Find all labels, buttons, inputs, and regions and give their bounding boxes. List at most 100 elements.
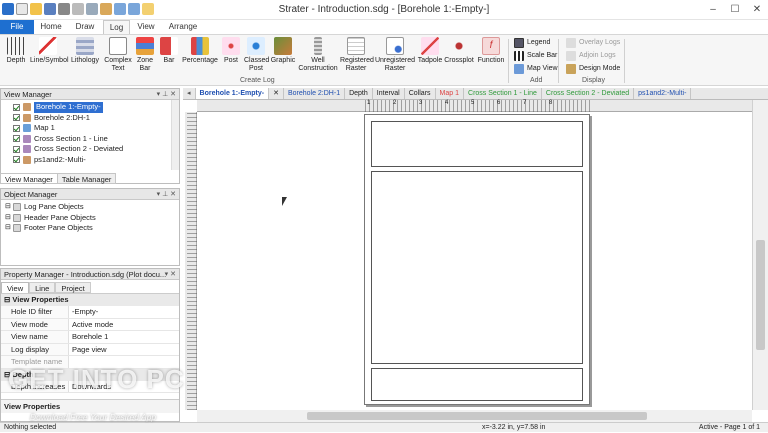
pin-icon[interactable]: ▾ ⊥ ✕ bbox=[157, 189, 176, 200]
percentage-log-button[interactable]: Percentage bbox=[182, 37, 218, 65]
property-row[interactable]: View mode Active mode bbox=[1, 318, 179, 331]
registered-raster-log-button[interactable]: Registered Raster bbox=[340, 37, 374, 73]
tab-view-props[interactable]: View bbox=[1, 282, 30, 293]
view-item[interactable]: Map 1 bbox=[1, 123, 179, 134]
function-log-label: Function bbox=[477, 57, 505, 64]
ruler-ticks bbox=[187, 112, 197, 410]
view-item[interactable]: Cross Section 2 - Deviated bbox=[1, 144, 179, 155]
display-group-label: Display bbox=[582, 77, 605, 84]
tab-draw[interactable]: Draw bbox=[70, 20, 100, 34]
legend-button[interactable]: Legend bbox=[514, 37, 550, 49]
scale-bar-button[interactable]: Scale Bar bbox=[514, 50, 557, 62]
tab-file[interactable]: File bbox=[0, 20, 34, 34]
maximize-icon[interactable]: ☐ bbox=[724, 0, 746, 20]
checkbox[interactable] bbox=[13, 103, 20, 111]
function-icon: f bbox=[482, 37, 500, 55]
view-manager-scrollbar[interactable] bbox=[171, 100, 179, 170]
checkbox[interactable] bbox=[13, 156, 20, 164]
doc-tab[interactable]: Depth bbox=[345, 88, 373, 99]
crossplot-log-button[interactable]: Crossplot bbox=[444, 37, 474, 65]
function-log-button[interactable]: f Function bbox=[476, 37, 506, 65]
status-bar: Nothing selected x=-3.22 in, y=7.58 in A… bbox=[0, 422, 768, 432]
post-log-button[interactable]: Post bbox=[220, 37, 242, 65]
doc-tab[interactable]: Cross Section 1 - Line bbox=[464, 88, 542, 99]
line-symbol-log-button[interactable]: Line/Symbol bbox=[30, 37, 69, 65]
unregistered-raster-log-button[interactable]: Unregistered Raster bbox=[374, 37, 416, 73]
tab-arrange[interactable]: Arrange bbox=[164, 20, 202, 34]
property-value[interactable]: Page view bbox=[69, 344, 107, 356]
expand-icon[interactable]: ⊟ bbox=[5, 223, 13, 234]
minimize-icon[interactable]: – bbox=[702, 0, 724, 20]
checkbox[interactable] bbox=[13, 135, 20, 143]
tab-table-manager[interactable]: Table Manager bbox=[56, 173, 117, 184]
depth-log-button[interactable]: Depth bbox=[4, 37, 28, 65]
doc-tab[interactable]: Interval bbox=[373, 88, 405, 99]
object-item[interactable]: ⊟ Footer Pane Objects bbox=[1, 223, 179, 234]
log-pane[interactable] bbox=[371, 171, 583, 364]
watermark-tagline: Download Free Your Desired App bbox=[30, 412, 157, 422]
zone-bar-log-button[interactable]: Zone Bar bbox=[134, 37, 156, 73]
overlay-logs-button[interactable]: Overlay Logs bbox=[566, 37, 620, 49]
classed-post-log-button[interactable]: Classed Post bbox=[244, 37, 269, 73]
property-value[interactable]: Active mode bbox=[69, 319, 113, 331]
property-row[interactable]: Hole ID filter -Empty- bbox=[1, 306, 179, 319]
tab-project-props[interactable]: Project bbox=[55, 282, 91, 293]
object-item[interactable]: ⊟ Log Pane Objects bbox=[1, 202, 179, 213]
view-item[interactable]: Borehole 2:DH-1 bbox=[1, 113, 179, 124]
doc-tab[interactable]: Borehole 2:DH-1 bbox=[284, 88, 346, 99]
bar-log-button[interactable]: Bar bbox=[158, 37, 180, 65]
bar-log-label: Bar bbox=[163, 57, 175, 64]
well-construction-log-button[interactable]: Well Construction bbox=[298, 37, 338, 73]
pin-icon[interactable]: ▾ ✕ bbox=[165, 269, 176, 280]
adjoin-logs-button[interactable]: Adjoin Logs bbox=[566, 50, 616, 62]
doc-tab[interactable]: Cross Section 2 - Deviated bbox=[542, 88, 635, 99]
header-pane[interactable] bbox=[371, 121, 583, 167]
property-row[interactable]: View name Borehole 1 bbox=[1, 331, 179, 344]
scrollbar-thumb[interactable] bbox=[756, 240, 765, 350]
page[interactable] bbox=[364, 114, 590, 405]
ruler-label: 8 bbox=[549, 100, 553, 106]
vertical-scrollbar[interactable] bbox=[752, 100, 768, 410]
map-view-button[interactable]: Map View bbox=[514, 63, 558, 75]
doc-tab[interactable]: Borehole 1:-Empty- bbox=[195, 88, 270, 99]
ribbon-separator bbox=[624, 39, 625, 83]
property-description: View Properties bbox=[1, 399, 179, 413]
lithology-log-button[interactable]: Lithology bbox=[68, 37, 102, 65]
property-manager-header: Property Manager - Introduction.sdg (Plo… bbox=[1, 269, 179, 280]
property-value[interactable]: Borehole 1 bbox=[69, 331, 108, 343]
view-item[interactable]: ps1and2:-Multi- bbox=[1, 155, 179, 166]
complex-text-log-button[interactable]: Complex Text bbox=[104, 37, 132, 73]
tab-line-props[interactable]: Line bbox=[29, 282, 56, 293]
graphic-log-button[interactable]: Graphic bbox=[270, 37, 296, 65]
horizontal-scrollbar[interactable] bbox=[197, 410, 752, 422]
tab-view[interactable]: View bbox=[133, 20, 159, 34]
doc-tab[interactable]: ps1and2:-Multi- bbox=[634, 88, 692, 99]
close-icon[interactable]: ✕ bbox=[269, 88, 284, 99]
expand-icon[interactable]: ⊟ bbox=[5, 213, 13, 224]
complex-text-icon bbox=[109, 37, 127, 55]
doc-tab[interactable]: Map 1 bbox=[436, 88, 465, 99]
object-item[interactable]: ⊟ Header Pane Objects bbox=[1, 213, 179, 224]
tab-scroll-left-icon[interactable]: ◂ bbox=[183, 88, 196, 99]
design-mode-button[interactable]: Design Mode bbox=[566, 63, 620, 75]
ruler-label: 6 bbox=[497, 100, 501, 106]
checkbox[interactable] bbox=[13, 114, 20, 122]
tab-log[interactable]: Log bbox=[103, 20, 130, 34]
property-row[interactable]: Log display modePage view bbox=[1, 343, 179, 366]
pin-icon[interactable]: ▾ ⊥ ✕ bbox=[157, 89, 176, 100]
property-value[interactable]: -Empty- bbox=[69, 306, 98, 318]
tadpole-log-button[interactable]: Tadpole bbox=[416, 37, 444, 65]
expand-icon[interactable]: ⊟ bbox=[5, 202, 13, 213]
checkbox[interactable] bbox=[13, 124, 20, 132]
view-item[interactable]: Borehole 1:-Empty- bbox=[1, 102, 179, 113]
footer-pane[interactable] bbox=[371, 368, 583, 401]
close-icon[interactable]: ✕ bbox=[746, 0, 768, 20]
scrollbar-thumb[interactable] bbox=[307, 412, 647, 420]
doc-tab[interactable]: Collars bbox=[405, 88, 436, 99]
checkbox[interactable] bbox=[13, 145, 20, 153]
view-item[interactable]: Cross Section 1 - Line bbox=[1, 134, 179, 145]
tab-home[interactable]: Home bbox=[36, 20, 66, 34]
view-manager-header: View Manager ▾ ⊥ ✕ bbox=[1, 89, 179, 100]
tab-view-manager[interactable]: View Manager bbox=[0, 173, 58, 184]
lithology-icon bbox=[76, 37, 94, 55]
